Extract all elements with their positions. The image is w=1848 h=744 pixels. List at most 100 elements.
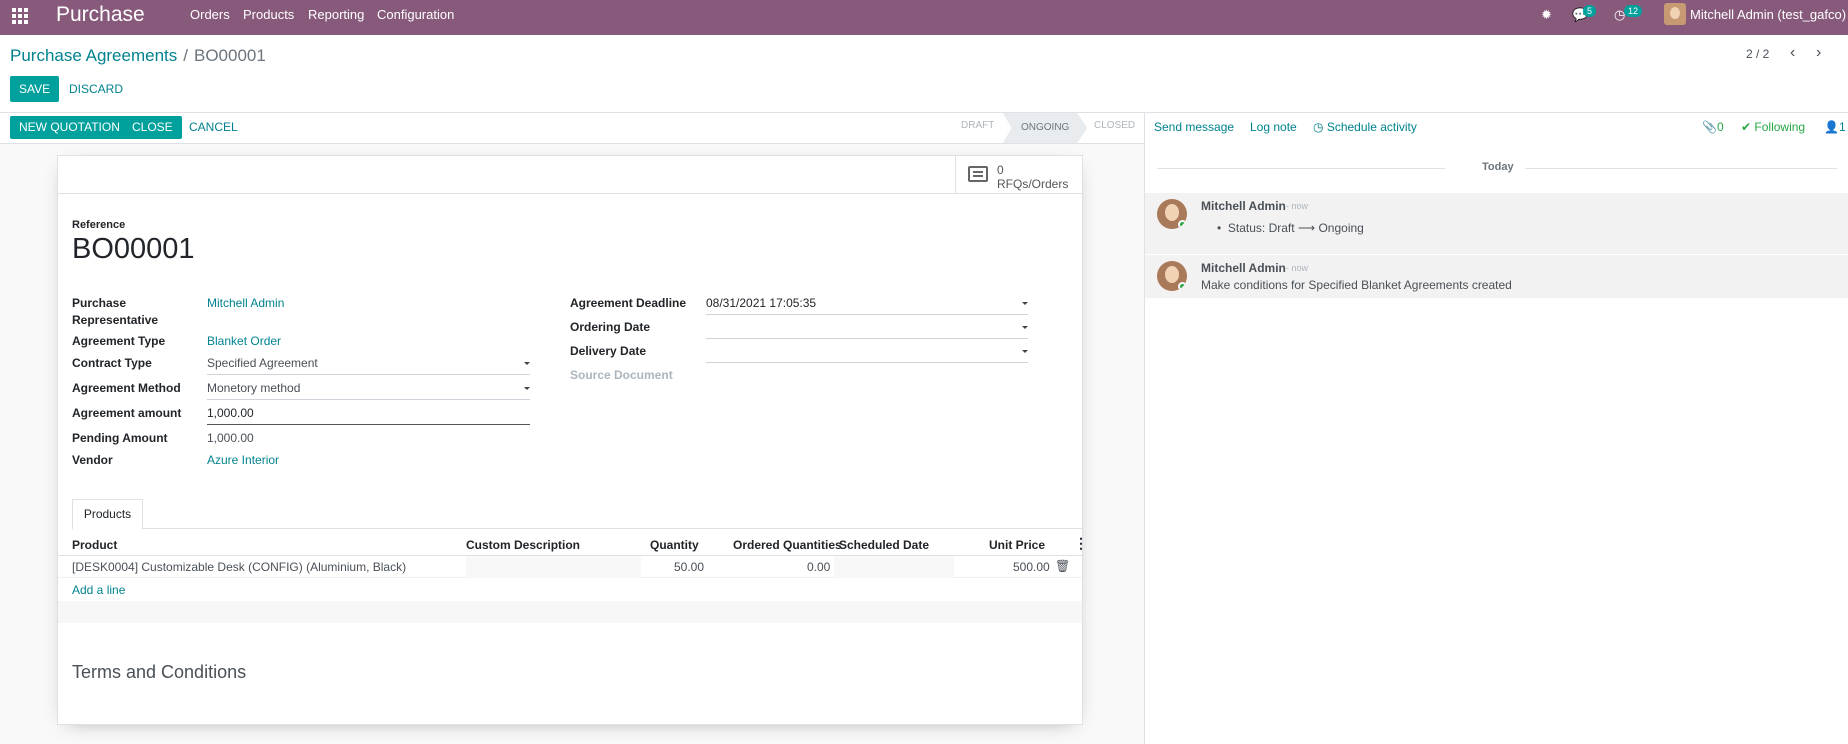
apps-grid-icon[interactable]: [12, 8, 28, 24]
column-scheduled-date[interactable]: Scheduled Date: [839, 538, 929, 552]
vendor-label: Vendor: [72, 453, 113, 467]
online-status-icon: [1178, 282, 1187, 291]
ordering-date-input[interactable]: [706, 320, 1028, 339]
breadcrumb-separator: /: [183, 46, 188, 65]
message-author[interactable]: Mitchell Admin: [1201, 261, 1286, 275]
schedule-activity-button[interactable]: ◷ Schedule activity: [1313, 120, 1417, 134]
agreement-method-select[interactable]: Monetory method: [207, 381, 530, 400]
reference-value: BO00001: [72, 233, 195, 265]
pager-value[interactable]: 2 / 2: [1746, 47, 1769, 61]
app-brand[interactable]: Purchase: [56, 3, 145, 27]
status-text: Status: Draft: [1227, 221, 1295, 235]
rfqs-count: 0: [997, 163, 1004, 177]
contract-type-select[interactable]: Specified Agreement: [207, 356, 530, 375]
pager-previous-icon[interactable]: ‹: [1790, 44, 1795, 62]
tracking-value: • Status: Draft ⟶ Ongoing: [1217, 221, 1364, 235]
delivery-date-label: Delivery Date: [570, 344, 647, 358]
author-avatar[interactable]: [1157, 261, 1187, 291]
pending-amount-value: 1,000.00: [207, 431, 254, 445]
button-box: 0 RFQs/Orders: [58, 156, 1082, 194]
scheduled-date-cell-bg: [834, 556, 954, 578]
purchase-rep-field[interactable]: Mitchell Admin: [207, 296, 284, 310]
products-table-header: Product Custom Description Quantity Orde…: [58, 532, 1088, 556]
cancel-agreement-button[interactable]: CANCEL: [180, 116, 247, 139]
column-unit-price[interactable]: Unit Price: [989, 538, 1045, 552]
send-message-button[interactable]: Send message: [1154, 120, 1234, 134]
add-line-link[interactable]: Add a line: [72, 583, 125, 597]
source-document-label: Source Document: [570, 368, 673, 382]
paperclip-icon: 📎: [1702, 120, 1717, 134]
unit-price-cell[interactable]: 500.00: [1013, 560, 1050, 574]
contract-type-value: Specified Agreement: [207, 356, 318, 370]
check-icon: ✔: [1741, 120, 1752, 134]
table-row[interactable]: [DESK0004] Customizable Desk (CONFIG) (A…: [58, 556, 1082, 578]
message-author[interactable]: Mitchell Admin: [1201, 199, 1286, 213]
chevron-down-icon: [524, 387, 530, 390]
agreement-deadline-input[interactable]: 08/31/2021 17:05:35: [706, 296, 1028, 315]
arrow-icon: ⟶: [1297, 221, 1316, 235]
column-ordered-quantities[interactable]: Ordered Quantities: [733, 538, 842, 552]
stage-closed[interactable]: CLOSED: [1094, 120, 1135, 131]
optional-columns-icon[interactable]: ⋮: [1074, 535, 1088, 552]
message-body: Make conditions for Specified Blanket Ag…: [1201, 278, 1512, 292]
rfqs-orders-stat-button[interactable]: 0 RFQs/Orders: [955, 156, 1082, 194]
attachments-count: 0: [1716, 120, 1724, 134]
chatter-panel: Send message Log note ◷ Schedule activit…: [1144, 113, 1848, 744]
new-quotation-button[interactable]: NEW QUOTATION: [10, 116, 129, 139]
stage-ongoing[interactable]: ONGOING: [1003, 113, 1088, 143]
product-cell[interactable]: [DESK0004] Customizable Desk (CONFIG) (A…: [72, 560, 406, 574]
menu-configuration[interactable]: Configuration: [377, 7, 454, 22]
chatter-message: Mitchell Admin - now • Status: Draft ⟶ O…: [1145, 193, 1848, 255]
form-sheet: 0 RFQs/Orders Reference BO00001 Purchase…: [57, 155, 1088, 725]
discard-button[interactable]: DISCARD: [60, 76, 132, 102]
user-icon: 👤: [1824, 120, 1839, 134]
agreement-amount-input[interactable]: 1,000.00: [207, 406, 530, 425]
purchase-rep-label-2: Representative: [72, 313, 159, 327]
followers-button[interactable]: 👤1: [1824, 120, 1846, 134]
quantity-cell[interactable]: 50.00: [674, 560, 704, 574]
menu-orders[interactable]: Orders: [190, 7, 230, 22]
attachments-button[interactable]: 📎0: [1702, 120, 1724, 134]
breadcrumb-parent[interactable]: Purchase Agreements: [10, 46, 177, 65]
ordering-date-label: Ordering Date: [570, 320, 651, 334]
bug-icon[interactable]: ✹: [1541, 7, 1552, 23]
tab-products[interactable]: Products: [72, 499, 143, 530]
table-empty-row: [58, 601, 1082, 623]
author-avatar[interactable]: [1157, 199, 1187, 229]
menu-products[interactable]: Products: [243, 7, 294, 22]
purchase-rep-label: Purchase: [72, 296, 127, 310]
trash-icon[interactable]: 🗑: [1055, 559, 1070, 573]
vendor-field[interactable]: Azure Interior: [207, 453, 279, 467]
date-separator: Today: [1482, 161, 1514, 173]
status-new: Ongoing: [1318, 221, 1364, 235]
menu-reporting[interactable]: Reporting: [308, 7, 364, 22]
user-menu[interactable]: Mitchell Admin (test_gafco): [1690, 7, 1846, 22]
agreement-type-label: Agreement Type: [72, 334, 166, 348]
form-statusbar: NEW QUOTATION CLOSE CANCEL DRAFT ONGOING…: [0, 113, 1144, 144]
notebook-tabs: Products: [72, 499, 1082, 530]
chevron-down-icon: [1022, 350, 1028, 353]
rfqs-label: RFQs/Orders: [997, 177, 1069, 191]
list-icon: [968, 166, 988, 182]
log-note-button[interactable]: Log note: [1250, 120, 1297, 134]
user-avatar[interactable]: [1664, 3, 1686, 25]
pager-next-icon[interactable]: ›: [1816, 44, 1821, 62]
clock-icon: ◷: [1313, 120, 1324, 134]
schedule-activity-label: Schedule activity: [1326, 120, 1417, 134]
terms-conditions-title: Terms and Conditions: [72, 662, 247, 682]
following-button[interactable]: ✔ Following: [1741, 120, 1805, 134]
delivery-date-input[interactable]: [706, 344, 1028, 363]
column-quantity[interactable]: Quantity: [650, 538, 699, 552]
date-separator-line-left: [1157, 168, 1445, 169]
contract-type-label: Contract Type: [72, 356, 152, 370]
agreement-type-field[interactable]: Blanket Order: [207, 334, 281, 348]
agreement-amount-label: Agreement amount: [72, 406, 182, 420]
close-agreement-button[interactable]: CLOSE: [123, 116, 182, 139]
column-custom-description[interactable]: Custom Description: [466, 538, 580, 552]
bullet-icon: •: [1217, 221, 1222, 235]
chevron-down-icon: [1022, 326, 1028, 329]
custom-description-cell-bg: [466, 556, 641, 578]
save-button[interactable]: SAVE: [10, 76, 60, 102]
stage-draft[interactable]: DRAFT: [961, 120, 994, 131]
column-product[interactable]: Product: [72, 538, 117, 552]
